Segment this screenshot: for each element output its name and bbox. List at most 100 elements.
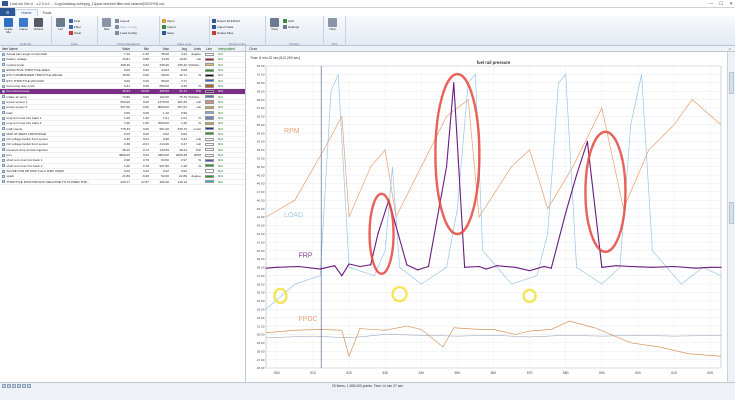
parameter-line-color[interactable] (202, 174, 216, 178)
find-button[interactable]: Find (69, 18, 81, 23)
parameter-max: 88.00 (161, 78, 169, 83)
column-header-min[interactable]: Min (131, 47, 150, 51)
delete-files-button[interactable]: Delete Files (212, 30, 240, 35)
layout-button[interactable]: Layout (115, 18, 137, 23)
parameter-value: 0.98 (123, 158, 130, 163)
parameter-name: long term fuel trim bank 1 (6, 115, 42, 120)
parameter-line-color[interactable] (202, 121, 216, 125)
parameter-units: PSI (196, 89, 201, 94)
parameter-line-color[interactable] (202, 95, 216, 99)
parameter-icon (2, 52, 5, 56)
delete-files-icon (212, 30, 216, 35)
parameter-max: 1375.00 (157, 99, 169, 104)
y-tick-label: 36.00 (257, 282, 265, 286)
y-tick-label: 49.00 (257, 173, 265, 177)
settings-button[interactable]: Settings (283, 24, 299, 29)
clear-button[interactable]: Clear (69, 30, 81, 35)
parameter-line-color[interactable] (202, 116, 216, 120)
parameter-line-color[interactable] (202, 52, 216, 56)
open-button[interactable]: Open (162, 18, 176, 23)
parameter-min: 0.00 (142, 126, 149, 131)
parameter-line-color[interactable] (202, 89, 216, 93)
parameter-min: 1.00 (142, 121, 149, 126)
parameter-line-color[interactable] (202, 137, 216, 141)
parameter-line-color[interactable] (202, 73, 216, 77)
parameter-line-color[interactable] (202, 153, 216, 157)
y-tick-label: 55.00 (257, 123, 265, 127)
column-header-interpolated[interactable]: Interpolated (216, 47, 236, 51)
parameter-value: 0.38 (123, 142, 130, 147)
parameter-value: 0.31 (123, 84, 130, 89)
column-header-item-name[interactable]: Item Name (0, 47, 112, 51)
parameter-avg: 0.00 (180, 131, 187, 136)
parameter-avg: 0.47 (180, 142, 187, 147)
y-tick-label: 56.00 (257, 115, 265, 119)
file-menu-button[interactable]: ☰ (0, 8, 16, 16)
parameter-min: -1.63 (141, 52, 149, 57)
column-header-line[interactable]: Line (202, 47, 216, 51)
parameter-line-color[interactable] (202, 57, 216, 62)
add-button[interactable]: Add (283, 18, 299, 23)
column-header-units[interactable]: Units (188, 47, 202, 51)
y-tick-label: 57.00 (257, 106, 265, 110)
column-header-avg[interactable]: Avg (170, 47, 188, 51)
parameter-line-color[interactable] (202, 148, 216, 152)
parameter-icon (2, 68, 5, 72)
save-button[interactable]: Save (162, 30, 176, 35)
maximize-button[interactable]: ☐ (719, 1, 723, 7)
parameter-line-color[interactable] (202, 100, 216, 104)
parameter-icon (2, 132, 5, 136)
chart-panel: Chart × Time: 8 min 32 sec [512.290 sec]… (246, 46, 735, 382)
import-data-button[interactable]: Import Data (212, 24, 240, 29)
x-tick-label: 620 (707, 371, 713, 375)
tab-home[interactable]: Home (15, 9, 38, 16)
vehicle-icon (34, 18, 43, 27)
column-header-value[interactable]: Value (112, 47, 131, 51)
parameter-min: 9.88 (142, 57, 149, 62)
parameter-line-color[interactable] (202, 84, 216, 88)
parameter-line-color[interactable] (202, 79, 216, 83)
parameter-max: 52.00 (161, 174, 169, 179)
close-button[interactable]: ✕ (729, 1, 733, 7)
filter-button[interactable]: Filter (69, 24, 81, 29)
parameter-line-color[interactable] (202, 68, 216, 72)
ribbon-group-data: List Find Filter Clear Data (52, 16, 98, 46)
y-tick-label: 39.00 (257, 257, 265, 261)
load-config-button[interactable]: Load Config (115, 30, 137, 35)
chart-canvas[interactable]: Time: 8 min 32 sec [512.290 sec] fuel rai… (246, 52, 727, 382)
parameter-interpolated: N/A (218, 68, 224, 73)
minimize-button[interactable]: — (709, 1, 714, 7)
side-tab-properties[interactable] (729, 72, 734, 94)
parameter-line-color[interactable] (202, 169, 216, 173)
parameter-line-color[interactable] (202, 142, 216, 147)
parameter-interpolated: N/A (218, 179, 224, 184)
parameter-name: O2 voltage bank2 front sensor (6, 142, 48, 147)
y-tick-label: 31.00 (257, 324, 265, 328)
parameter-name-cell: knock sensor 1 (0, 100, 112, 104)
parameter-line-color[interactable] (202, 105, 216, 109)
parameter-line-color[interactable] (202, 158, 216, 162)
series-point (406, 264, 408, 266)
parameter-name: O2 voltage bank1 front sensor (6, 137, 48, 142)
column-header-max[interactable]: Max (150, 47, 170, 51)
parameter-line-color[interactable] (202, 111, 216, 115)
parameter-line-color[interactable] (202, 63, 216, 67)
series-point (565, 212, 567, 214)
parameter-line-color[interactable] (202, 164, 216, 168)
parameter-line-color[interactable] (202, 180, 216, 184)
export-dlf2dlv-button[interactable]: Export DLF2DLV (212, 18, 240, 23)
parameter-line-color[interactable] (202, 126, 216, 131)
table-row[interactable]: THROTTLE POSITION ETC RELATIVE TO CLOSED… (0, 180, 245, 185)
series-point (550, 267, 552, 269)
parameter-units: count (193, 126, 201, 131)
parameter-avg: 75.79 (179, 94, 187, 99)
save-config-button[interactable]: Save Config (115, 24, 137, 29)
parameter-icon (2, 111, 5, 115)
side-tab-zoom[interactable] (729, 202, 734, 224)
import-button[interactable]: Import (162, 24, 176, 29)
y-tick-label: 48.00 (257, 182, 265, 186)
x-tick-label: 580 (563, 371, 569, 375)
chart-close-icon[interactable]: × (729, 46, 731, 51)
tab-tools[interactable]: Tools (38, 9, 57, 16)
parameter-line-color[interactable] (202, 132, 216, 136)
